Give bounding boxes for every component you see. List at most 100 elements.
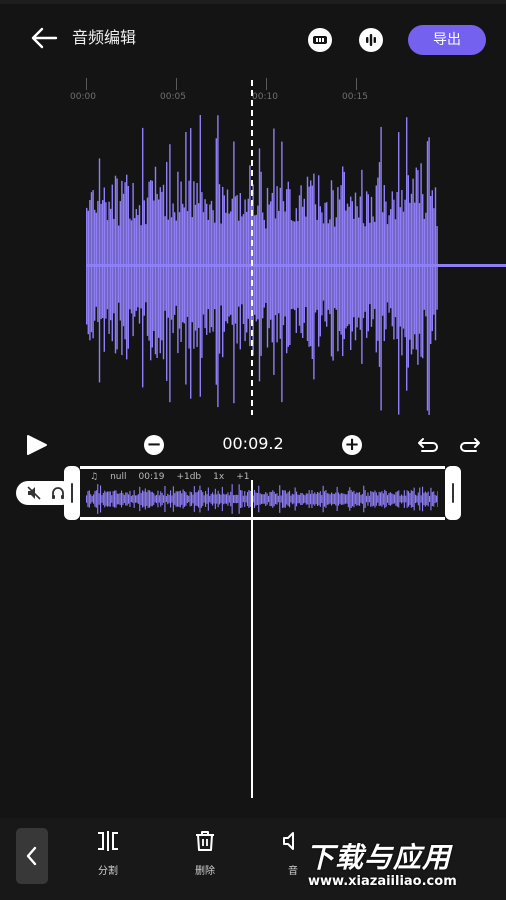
clip-waveform-sample: [111, 495, 113, 503]
clip-waveform-sample: [394, 494, 396, 504]
waveform-sample: [402, 211, 405, 329]
waveform-sample: [313, 173, 315, 380]
clip-waveform-sample: [417, 492, 419, 506]
waveform-sample: [298, 195, 301, 326]
clip-waveform-sample: [226, 494, 228, 504]
clip-waveform-sample: [209, 495, 211, 503]
clip-waveform-sample: [335, 492, 337, 506]
clip-waveform-sample: [186, 495, 188, 504]
clip-waveform-sample: [279, 485, 281, 513]
clip-waveform-sample: [108, 491, 110, 507]
clip-waveform-sample: [231, 484, 233, 514]
clip-waveform-sample: [105, 492, 107, 506]
clip-waveform-sample: [322, 485, 324, 513]
collapse-toolbar-button[interactable]: [16, 828, 48, 884]
clip-waveform-sample: [413, 487, 415, 511]
clip-waveform-sample: [109, 491, 111, 507]
clip-volume: +1db: [176, 472, 202, 482]
waveform-sample: [127, 186, 129, 349]
waveform-sample: [417, 170, 419, 365]
waveform-sample: [343, 171, 345, 340]
clip-waveform-sample: [262, 494, 264, 504]
waveform-sample: [289, 189, 291, 345]
waveform-sample: [303, 198, 305, 323]
clip-waveform-sample: [382, 493, 384, 505]
waveform-sample: [377, 177, 379, 341]
waveform-sample: [170, 217, 173, 320]
waveform-sample: [95, 212, 97, 307]
playhead-line[interactable]: [251, 480, 253, 798]
waveform-sample: [406, 117, 408, 391]
waveform-sample: [319, 206, 321, 337]
clip-waveform-sample: [170, 490, 172, 508]
play-button[interactable]: [25, 434, 49, 456]
clip-waveform-sample: [158, 495, 160, 503]
clip-waveform-sample: [296, 491, 298, 507]
waveform-sample: [226, 189, 229, 324]
clip-waveform-sample: [298, 494, 300, 504]
waveform-sample: [180, 181, 182, 342]
waveform-sample: [191, 217, 193, 323]
clip-trim-left-handle[interactable]: [64, 466, 80, 520]
clip-waveform-sample: [391, 493, 393, 505]
clip-speed: 1x: [213, 472, 225, 482]
waveform-button[interactable]: [359, 28, 383, 52]
clip-waveform-sample: [422, 486, 424, 512]
waveform-sample: [295, 208, 297, 333]
clip-waveform-sample: [356, 492, 358, 506]
waveform-sample: [394, 219, 397, 318]
clip-waveform-sample: [213, 494, 215, 504]
clip-waveform-sample: [146, 492, 148, 506]
waveform-sample: [177, 171, 179, 354]
clip-waveform-sample: [326, 493, 328, 505]
waveform-sample: [390, 209, 392, 309]
zoom-in-button[interactable]: +: [342, 435, 362, 455]
waveform-sample: [278, 210, 280, 314]
clip-waveform-sample: [303, 494, 305, 504]
clip-waveform-sample: [196, 492, 198, 506]
waveform-sample: [428, 137, 430, 415]
waveform-sample: [273, 128, 275, 375]
waveform-sample: [236, 195, 238, 344]
clip-waveform-sample: [157, 490, 159, 508]
chevron-left-icon: [26, 846, 37, 866]
clip-waveform-sample: [242, 495, 244, 503]
zoom-out-button[interactable]: −: [144, 435, 164, 455]
export-button[interactable]: 导出: [408, 25, 486, 55]
clip-waveform-sample: [178, 491, 180, 507]
clip-waveform-sample: [374, 490, 376, 508]
clip-waveform-sample: [228, 495, 230, 503]
clip-waveform-sample: [364, 490, 366, 508]
playhead-dashed[interactable]: [251, 80, 253, 415]
delete-tool[interactable]: 删除: [180, 830, 230, 877]
back-button[interactable]: [28, 22, 62, 54]
watermark-logo: 下载与应用 www.xiazaiiliao.com: [300, 834, 500, 894]
clip-trim-right-handle[interactable]: [445, 466, 461, 520]
redo-button[interactable]: [456, 436, 482, 456]
clip-waveform-sample: [136, 495, 138, 503]
clip-waveform-sample: [315, 493, 317, 505]
clip-waveform-sample: [329, 494, 331, 504]
split-tool[interactable]: 分割: [83, 830, 133, 877]
clip-waveform-sample: [256, 493, 258, 505]
clip-body[interactable]: ♫ null 00:19 +1db 1x +1: [80, 466, 445, 520]
format-button[interactable]: [308, 28, 332, 52]
play-icon: [27, 435, 47, 455]
clip-waveform-sample: [142, 490, 144, 508]
waveform-sample: [414, 202, 416, 335]
clip-waveform-sample: [287, 492, 289, 506]
clip-waveform-sample: [224, 494, 226, 504]
undo-button[interactable]: [416, 436, 440, 456]
audio-clip[interactable]: ♫ null 00:19 +1db 1x +1: [64, 466, 461, 520]
trash-icon: [196, 831, 214, 851]
waveform-sample: [103, 187, 105, 352]
waveform-sample: [102, 200, 104, 318]
waveform-sample: [172, 203, 174, 334]
clip-waveform-sample: [350, 490, 352, 508]
clip-waveform-sample: [342, 493, 344, 505]
waveform-sample: [420, 163, 422, 357]
clip-waveform-sample: [291, 493, 293, 505]
clip-waveform-sample: [270, 492, 272, 507]
clip-waveform-sample: [420, 495, 422, 503]
clip-waveform-sample: [367, 492, 369, 506]
